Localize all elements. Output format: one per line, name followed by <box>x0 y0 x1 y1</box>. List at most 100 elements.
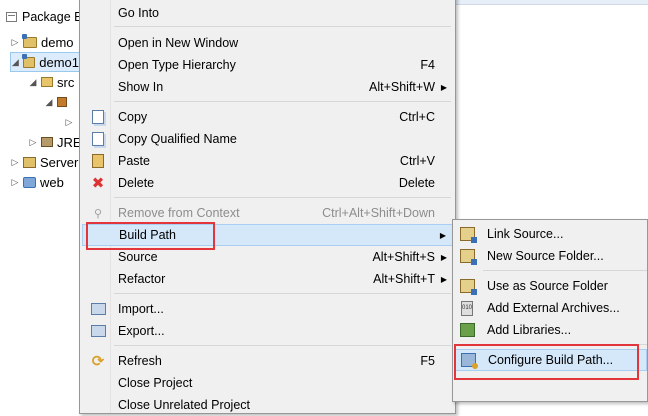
menu-item-shortcut: Ctrl+Alt+Shift+Down <box>322 206 435 220</box>
menu-item-shortcut: F4 <box>420 58 435 72</box>
menu-item-label: Refactor <box>118 272 166 286</box>
collapse-icon[interactable]: ◢ <box>44 97 54 108</box>
tree-item-label: demo1 <box>39 54 79 70</box>
menu-item-label: Show In <box>118 80 164 94</box>
menu-separator <box>114 26 451 27</box>
submenu-item-label: Use as Source Folder <box>487 279 608 293</box>
expand-icon[interactable]: ▷ <box>10 37 20 48</box>
tree-item-class[interactable]: ▷ <box>64 112 77 132</box>
menu-item-refactor[interactable]: Refactor Alt+Shift+T ▶ <box>82 268 453 290</box>
project-icon <box>22 33 37 48</box>
paste-icon <box>90 153 106 169</box>
menu-item-open-type-hierarchy[interactable]: Open Type Hierarchy F4 <box>82 54 453 76</box>
menu-item-label: Delete <box>118 176 155 190</box>
submenu-item-configure-build-path[interactable]: Configure Build Path... <box>455 349 647 371</box>
menu-item-label: Refresh <box>118 354 162 368</box>
menu-item-source[interactable]: Source Alt+Shift+S ▶ <box>82 246 453 268</box>
source-folder-icon <box>41 77 53 87</box>
use-source-folder-icon <box>459 278 477 295</box>
submenu-arrow-icon: ▶ <box>440 82 447 92</box>
export-icon <box>90 323 106 339</box>
expand-icon[interactable]: ▷ <box>64 117 74 128</box>
menu-item-export[interactable]: Export... <box>82 320 453 342</box>
menu-item-copy[interactable]: Copy Ctrl+C <box>82 106 453 128</box>
tree-item-servers[interactable]: ▷ Server <box>10 152 79 172</box>
menu-item-remove-from-context[interactable]: ⚲ Remove from Context Ctrl+Alt+Shift+Dow… <box>82 202 453 224</box>
submenu-item-label: Add Libraries... <box>487 323 572 337</box>
menu-item-label: Copy Qualified Name <box>118 132 237 146</box>
tree-item-label: web <box>40 174 64 190</box>
menu-item-label: Remove from Context <box>118 206 240 220</box>
menu-item-shortcut: Ctrl+V <box>399 154 435 168</box>
tree-item-web[interactable]: ▷ web <box>10 172 64 192</box>
menu-item-label: Export... <box>118 324 165 338</box>
package-explorer-tab[interactable]: Package E <box>0 6 90 28</box>
menu-item-show-in[interactable]: Show In Alt+Shift+W ▶ <box>82 76 453 98</box>
menu-item-delete[interactable]: ✖ Delete Delete <box>82 172 453 194</box>
refresh-icon: ⟳ <box>91 352 105 370</box>
menu-item-paste[interactable]: Paste Ctrl+V <box>82 150 453 172</box>
menu-item-import[interactable]: Import... <box>82 298 453 320</box>
expand-icon[interactable]: ▷ <box>10 157 20 168</box>
menu-item-build-path[interactable]: Build Path ▶ <box>82 224 453 246</box>
menu-item-close-project[interactable]: Close Project <box>82 372 453 394</box>
menu-item-label: Go Into <box>118 6 159 20</box>
menu-item-open-new-window[interactable]: Open in New Window <box>82 32 453 54</box>
menu-item-shortcut: Alt+Shift+T <box>373 272 435 286</box>
submenu-item-label: New Source Folder... <box>487 249 604 263</box>
submenu-item-label: Add External Archives... <box>487 301 620 315</box>
menu-item-copy-qualified-name[interactable]: Copy Qualified Name <box>82 128 453 150</box>
tree-item-package[interactable]: ◢ <box>44 92 71 112</box>
tree-item-jre[interactable]: ▷ JRE <box>28 132 82 152</box>
submenu-item-label: Configure Build Path... <box>488 353 614 367</box>
package-explorer-tab-label: Package E <box>22 10 83 24</box>
menu-separator <box>114 101 451 102</box>
menu-item-label: Close Unrelated Project <box>118 398 251 412</box>
menu-item-shortcut: F5 <box>420 354 435 368</box>
package-explorer: Package E ▷ demo ◢ demo1 ◢ src ◢ ▷ ▷ JRE… <box>0 0 90 402</box>
configure-build-path-icon <box>460 352 478 369</box>
submenu-item-link-source[interactable]: Link Source... <box>455 223 647 245</box>
submenu-item-new-source-folder[interactable]: New Source Folder... <box>455 245 647 267</box>
menu-item-label: Import... <box>118 302 164 316</box>
menu-item-label: Open Type Hierarchy <box>118 58 236 72</box>
library-icon <box>41 137 53 147</box>
build-path-submenu: Link Source... New Source Folder... Use … <box>452 219 648 402</box>
submenu-arrow-icon: ▶ <box>440 252 447 262</box>
submenu-arrow-icon: ▶ <box>440 274 447 284</box>
package-explorer-tab-icon <box>6 12 17 22</box>
link-source-icon <box>459 226 477 243</box>
new-source-folder-icon <box>459 248 477 265</box>
submenu-item-add-external-archives[interactable]: 010 Add External Archives... <box>455 297 647 319</box>
tree-item-src[interactable]: ◢ src <box>28 72 75 92</box>
expand-icon[interactable]: ▷ <box>28 137 38 148</box>
menu-item-close-unrelated-project[interactable]: Close Unrelated Project <box>82 394 453 416</box>
tree-item-demo1[interactable]: ◢ demo1 <box>10 52 80 72</box>
menu-separator <box>114 197 451 198</box>
editor-top-strip <box>456 0 648 5</box>
package-icon <box>57 97 67 107</box>
tree-item-label: Server <box>40 154 79 170</box>
jar-icon-text: 010 <box>461 300 473 316</box>
tree-item-label: demo <box>41 34 74 50</box>
collapse-icon[interactable]: ◢ <box>28 77 38 88</box>
menu-item-refresh[interactable]: ⟳ Refresh F5 <box>82 350 453 372</box>
web-project-icon <box>23 176 36 188</box>
tree-item-demo[interactable]: ▷ demo <box>10 32 74 52</box>
libraries-icon <box>459 322 475 338</box>
import-icon <box>90 301 106 317</box>
submenu-item-add-libraries[interactable]: Add Libraries... <box>455 319 647 341</box>
menu-item-shortcut: Alt+Shift+W <box>369 80 435 94</box>
copy-icon <box>90 109 106 125</box>
tree-item-label: src <box>57 74 75 90</box>
delete-icon: ✖ <box>91 174 105 192</box>
menu-item-label: Open in New Window <box>118 36 239 50</box>
collapse-icon[interactable]: ◢ <box>11 57 20 68</box>
server-folder-icon <box>23 156 36 168</box>
submenu-item-use-as-source-folder[interactable]: Use as Source Folder <box>455 275 647 297</box>
menu-separator <box>114 293 451 294</box>
expand-icon[interactable]: ▷ <box>10 177 20 188</box>
menu-item-go-into[interactable]: Go Into <box>82 2 453 24</box>
menu-item-shortcut: Alt+Shift+S <box>372 250 435 264</box>
menu-item-label: Source <box>118 250 158 264</box>
